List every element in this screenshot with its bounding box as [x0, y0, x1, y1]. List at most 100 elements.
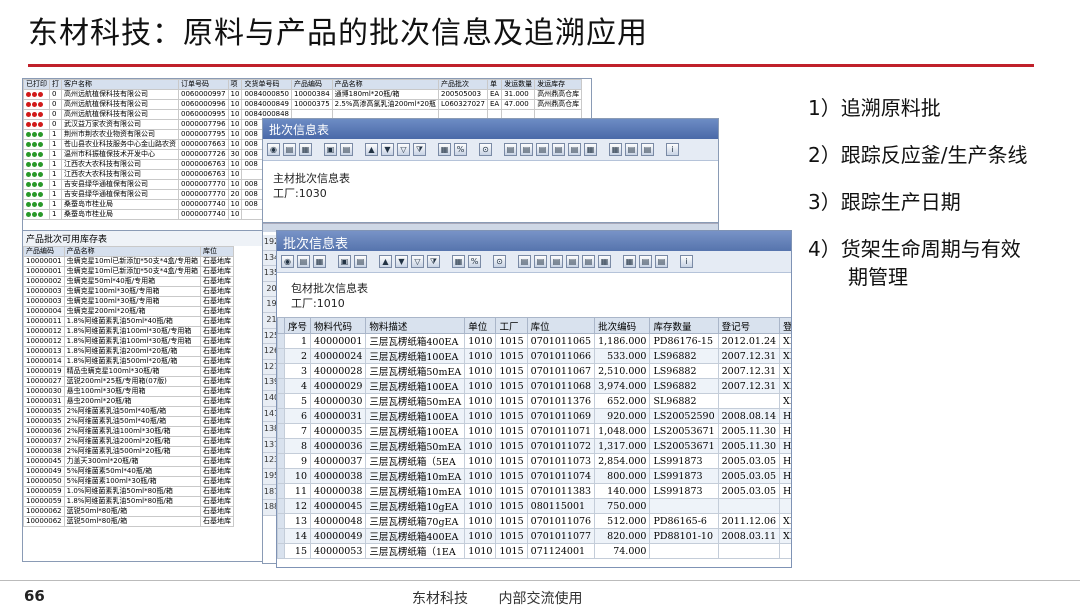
toolbar-button-icon[interactable]: ⊙ — [479, 143, 492, 156]
table-row[interactable]: 11 40000038 三层瓦楞纸箱10mEA 1010 1015 0701011383 1… — [277, 483, 791, 499]
table-row[interactable]: 10000038 2%阿维菌素乳油500ml*20瓶/箱 石基地库 — [23, 446, 235, 457]
table-row[interactable]: 10000019 精品虫螨克星100ml*30瓶/箱 石基地库 — [23, 366, 235, 377]
toolbar-button-icon[interactable]: % — [454, 143, 467, 156]
toolbar-button-icon[interactable]: ▦ — [584, 143, 597, 156]
column-header[interactable]: 单位 — [464, 317, 497, 334]
toolbar-button-icon[interactable]: ▦ — [609, 143, 622, 156]
table-row[interactable]: 6 40000031 三层瓦楞纸箱100EA 1010 1015 0701011069 92… — [277, 408, 791, 424]
row-selector[interactable] — [277, 408, 285, 424]
table-row[interactable]: 10000030 悬虫100ml*30瓶/专用箱 石基地库 — [23, 386, 235, 397]
table-row[interactable]: 10000036 2%阿维菌素乳油100ml*30瓶/箱 石基地库 — [23, 426, 235, 437]
row-selector[interactable] — [277, 333, 285, 349]
toolbar-button-icon[interactable]: ▲ — [379, 255, 392, 268]
row-selector[interactable] — [277, 363, 285, 379]
table-row[interactable]: 1 40000001 三层瓦楞纸箱400EA 1010 1015 0701011065 1,… — [277, 333, 791, 349]
table-row[interactable]: 10000002 虫螨克星50ml*40瓶/专用箱 石基地库 — [23, 276, 235, 287]
toolbar-button-icon[interactable]: ▤ — [625, 143, 638, 156]
column-header[interactable]: 登记号到期 — [779, 317, 791, 334]
toolbar-button-icon[interactable]: ▽ — [397, 143, 410, 156]
column-header[interactable]: 批次编码 — [594, 317, 651, 334]
row-selector[interactable] — [277, 378, 285, 394]
toolbar-button-icon[interactable]: ▤ — [536, 143, 549, 156]
table-row[interactable]: 10000001 虫螨克星10ml已新添加*50支*4盒/专用箱 石基地库 — [23, 266, 235, 277]
column-header[interactable]: 发运库存 — [534, 79, 583, 90]
table-row[interactable]: 14 40000049 三层瓦楞纸箱400EA 1010 1015 0701011077 8… — [277, 528, 791, 544]
toolbar-button-icon[interactable]: ▤ — [534, 255, 547, 268]
column-header[interactable]: 产品名称 — [331, 79, 439, 90]
column-header[interactable]: 项 — [227, 79, 243, 90]
toolbar-button-icon[interactable]: ▤ — [550, 255, 563, 268]
toolbar-button-icon[interactable]: ▦ — [452, 255, 465, 268]
toolbar-button-icon[interactable]: ⧩ — [413, 143, 426, 156]
table-row[interactable]: 12 40000045 三层瓦楞纸箱10gEA 1010 1015 080115001 75… — [277, 498, 791, 514]
row-selector[interactable] — [277, 543, 285, 559]
table-row[interactable]: 10000004 虫螨克星200ml*20瓶/箱 石基地库 — [23, 306, 235, 317]
toolbar-button-icon[interactable]: ▽ — [411, 255, 424, 268]
toolbar-button-icon[interactable]: ▦ — [299, 143, 312, 156]
table-row[interactable]: 10000062 蓝锐50ml*80瓶/箱 石基地库 — [23, 506, 235, 517]
column-header[interactable]: 产品编码 — [23, 246, 65, 257]
toolbar-button-icon[interactable]: ▤ — [655, 255, 668, 268]
table-row[interactable]: 10000014 1.8%阿维菌素乳油500ml*20瓶/箱 石基地库 — [23, 356, 235, 367]
toolbar-button-icon[interactable]: ⧩ — [427, 255, 440, 268]
table-row[interactable]: 10000045 力盖天300ml*20瓶/箱 石基地库 — [23, 456, 235, 467]
table-row[interactable]: 10000035 2%阿维菌素乳油50ml*40瓶/箱 石基地库 — [23, 406, 235, 417]
table-row[interactable]: 10000062 蓝锐50ml*80瓶/箱 石基地库 — [23, 516, 235, 527]
toolbar-button-icon[interactable]: ⊙ — [493, 255, 506, 268]
toolbar-button-icon[interactable]: ▤ — [504, 143, 517, 156]
select-all-cell[interactable] — [277, 317, 285, 334]
column-header[interactable]: 工厂 — [495, 317, 528, 334]
toolbar-button-icon[interactable]: ◉ — [267, 143, 280, 156]
column-header[interactable]: 库位 — [200, 246, 235, 257]
toolbar-button-icon[interactable]: ▼ — [395, 255, 408, 268]
table-row[interactable]: 0 高州远航植保科技有限公司 0060000996 10 0084000849 10000… — [23, 99, 583, 110]
toolbar-button-icon[interactable]: ▤ — [518, 255, 531, 268]
row-selector[interactable] — [277, 483, 285, 499]
table-row[interactable]: 0 高州远航植保科技有限公司 0060000997 10 0084000850 10000… — [23, 89, 583, 100]
toolbar-button-icon[interactable]: ▼ — [381, 143, 394, 156]
table-row[interactable]: 7 40000035 三层瓦楞纸箱100EA 1010 1015 0701011071 1,… — [277, 423, 791, 439]
table-row[interactable]: 10000012 1.8%阿维菌素乳油100ml*30瓶/专用箱 石基地库 — [23, 326, 235, 337]
row-selector[interactable] — [277, 348, 285, 364]
toolbar-button-icon[interactable]: ▦ — [438, 143, 451, 156]
column-header[interactable]: 产品批次 — [437, 79, 488, 90]
column-header[interactable]: 序号 — [283, 317, 312, 334]
toolbar-button-icon[interactable]: ▤ — [283, 143, 296, 156]
table-row[interactable]: 10000059 1.8%阿维菌素乳油50ml*80瓶/箱 石基地库 — [23, 496, 235, 507]
toolbar-button-icon[interactable]: ▦ — [313, 255, 326, 268]
table-row[interactable]: 10000049 5%阿维菌素50ml*40瓶/箱 石基地库 — [23, 466, 235, 477]
column-header[interactable]: 物料描述 — [365, 317, 466, 334]
row-selector[interactable] — [277, 453, 285, 469]
toolbar-button-icon[interactable]: ▣ — [324, 143, 337, 156]
table-row[interactable]: 10000027 蓝锐200ml*25瓶/专用箱(07版) 石基地库 — [23, 376, 235, 387]
column-header[interactable]: 已打印 — [23, 79, 50, 90]
column-header[interactable]: 订单号码 — [178, 79, 229, 90]
row-selector[interactable] — [277, 513, 285, 529]
table-row[interactable]: 10000059 1.0%阿维菌素乳油50ml*80瓶/箱 石基地库 — [23, 486, 235, 497]
table-row[interactable]: 3 40000028 三层瓦楞纸箱50mEA 1010 1015 0701011067 2,… — [277, 363, 791, 379]
toolbar-button-icon[interactable]: % — [468, 255, 481, 268]
column-header[interactable]: 交货单号码 — [241, 79, 293, 90]
toolbar-button-icon[interactable]: i — [680, 255, 693, 268]
column-header[interactable]: 单 — [486, 79, 503, 90]
toolbar-button-icon[interactable]: ▤ — [566, 255, 579, 268]
toolbar-button-icon[interactable]: ▤ — [354, 255, 367, 268]
row-selector[interactable] — [277, 498, 285, 514]
toolbar-button-icon[interactable]: ◉ — [281, 255, 294, 268]
toolbar-button-icon[interactable]: ▣ — [338, 255, 351, 268]
row-selector[interactable] — [277, 438, 285, 454]
column-header[interactable]: 库位 — [526, 317, 596, 334]
row-selector[interactable] — [277, 528, 285, 544]
toolbar-button-icon[interactable]: ▤ — [340, 143, 353, 156]
table-row[interactable]: 8 40000036 三层瓦楞纸箱50mEA 1010 1015 0701011072 1,… — [277, 438, 791, 454]
column-header[interactable]: 物料代码 — [310, 317, 367, 334]
toolbar-button-icon[interactable]: ▦ — [623, 255, 636, 268]
table-row[interactable]: 15 40000053 三层瓦楞纸箱（1EA 1010 1015 071124001 74.… — [277, 543, 791, 559]
table-row[interactable]: 2 40000024 三层瓦楞纸箱100EA 1010 1015 0701011066 53… — [277, 348, 791, 364]
table-row[interactable]: 10000035 2%阿维菌素乳油50ml*40瓶/箱 石基地库 — [23, 416, 235, 427]
toolbar-button-icon[interactable]: ▤ — [582, 255, 595, 268]
toolbar-button-icon[interactable]: ▤ — [520, 143, 533, 156]
column-header[interactable]: 发运数量 — [501, 79, 536, 90]
table-row[interactable]: 4 40000029 三层瓦楞纸箱100EA 1010 1015 0701011068 3,… — [277, 378, 791, 394]
toolbar-button-icon[interactable]: ▤ — [641, 143, 654, 156]
